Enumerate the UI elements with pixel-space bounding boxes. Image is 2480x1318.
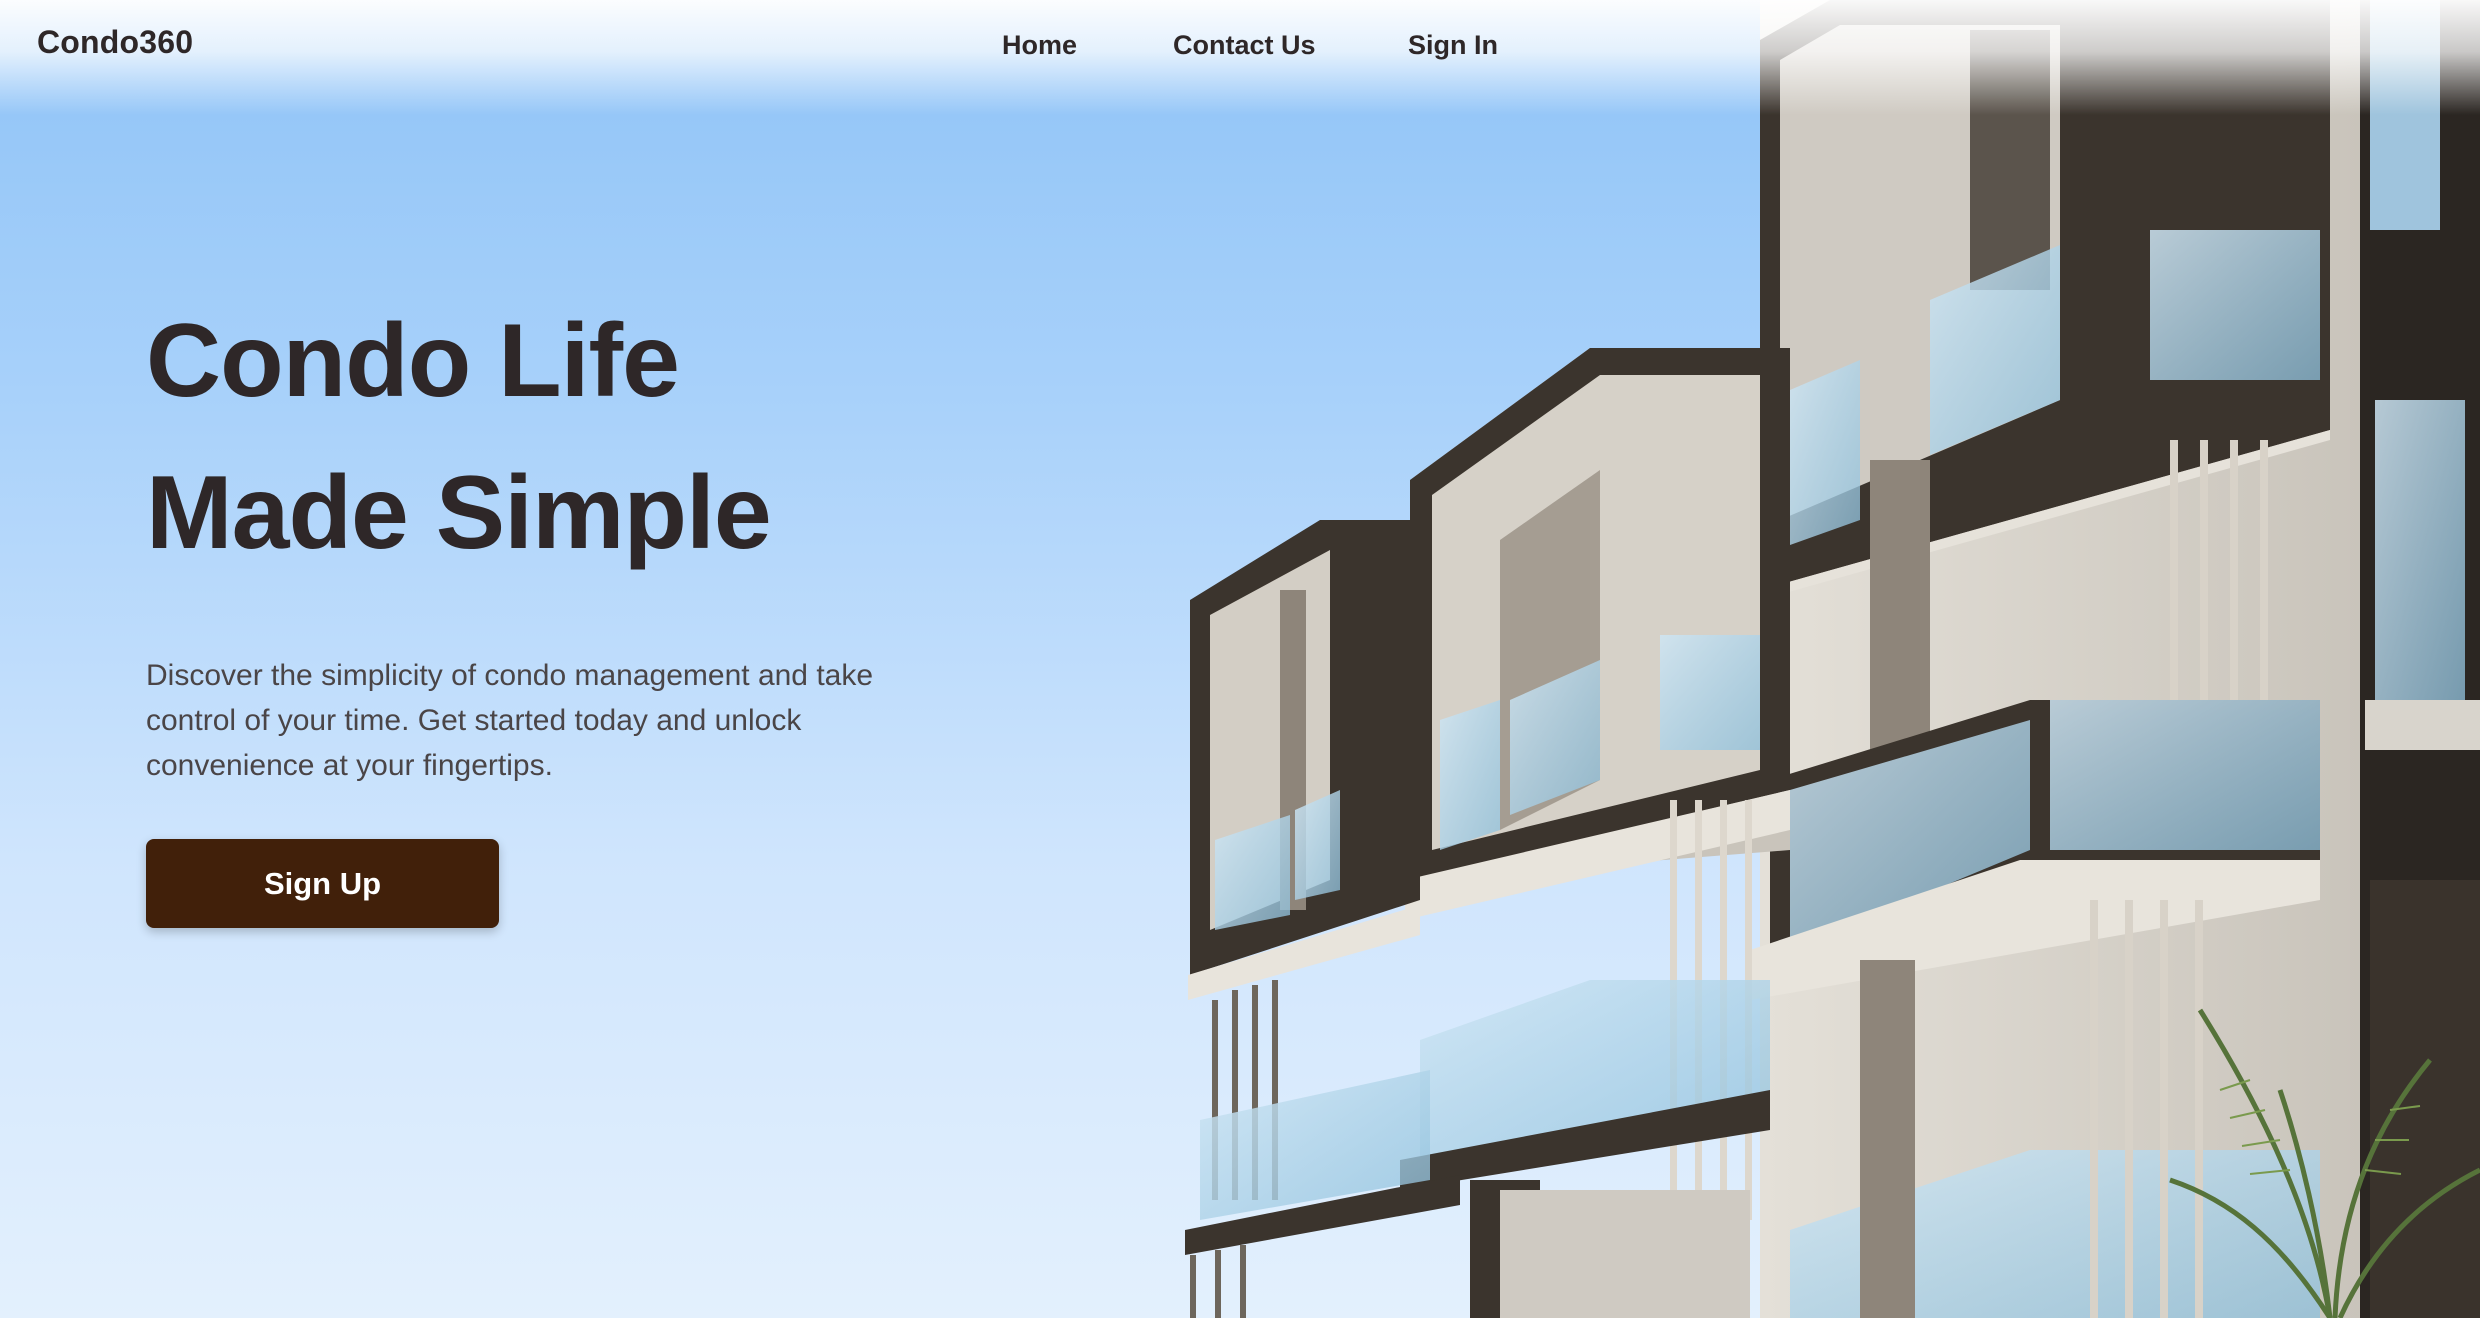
hero-headline: Condo Life Made Simple [146,285,1046,589]
hero-headline-line-1: Condo Life [146,303,680,419]
sign-up-button[interactable]: Sign Up [146,839,499,928]
nav-home-link[interactable]: Home [1002,30,1077,61]
condo-building-image [1185,0,2480,1318]
hero-subtitle: Discover the simplicity of condo managem… [146,659,874,782]
nav-contact-us-link[interactable]: Contact Us [1173,30,1316,61]
nav-sign-in-link[interactable]: Sign In [1408,30,1498,61]
brand-logo[interactable]: Condo360 [37,24,193,61]
hero-headline-line-2: Made Simple [146,455,772,571]
top-navigation-bar: Condo360 Home Contact Us Sign In [0,0,2480,92]
hero-section: Condo Life Made Simple Discover the simp… [146,285,1046,788]
